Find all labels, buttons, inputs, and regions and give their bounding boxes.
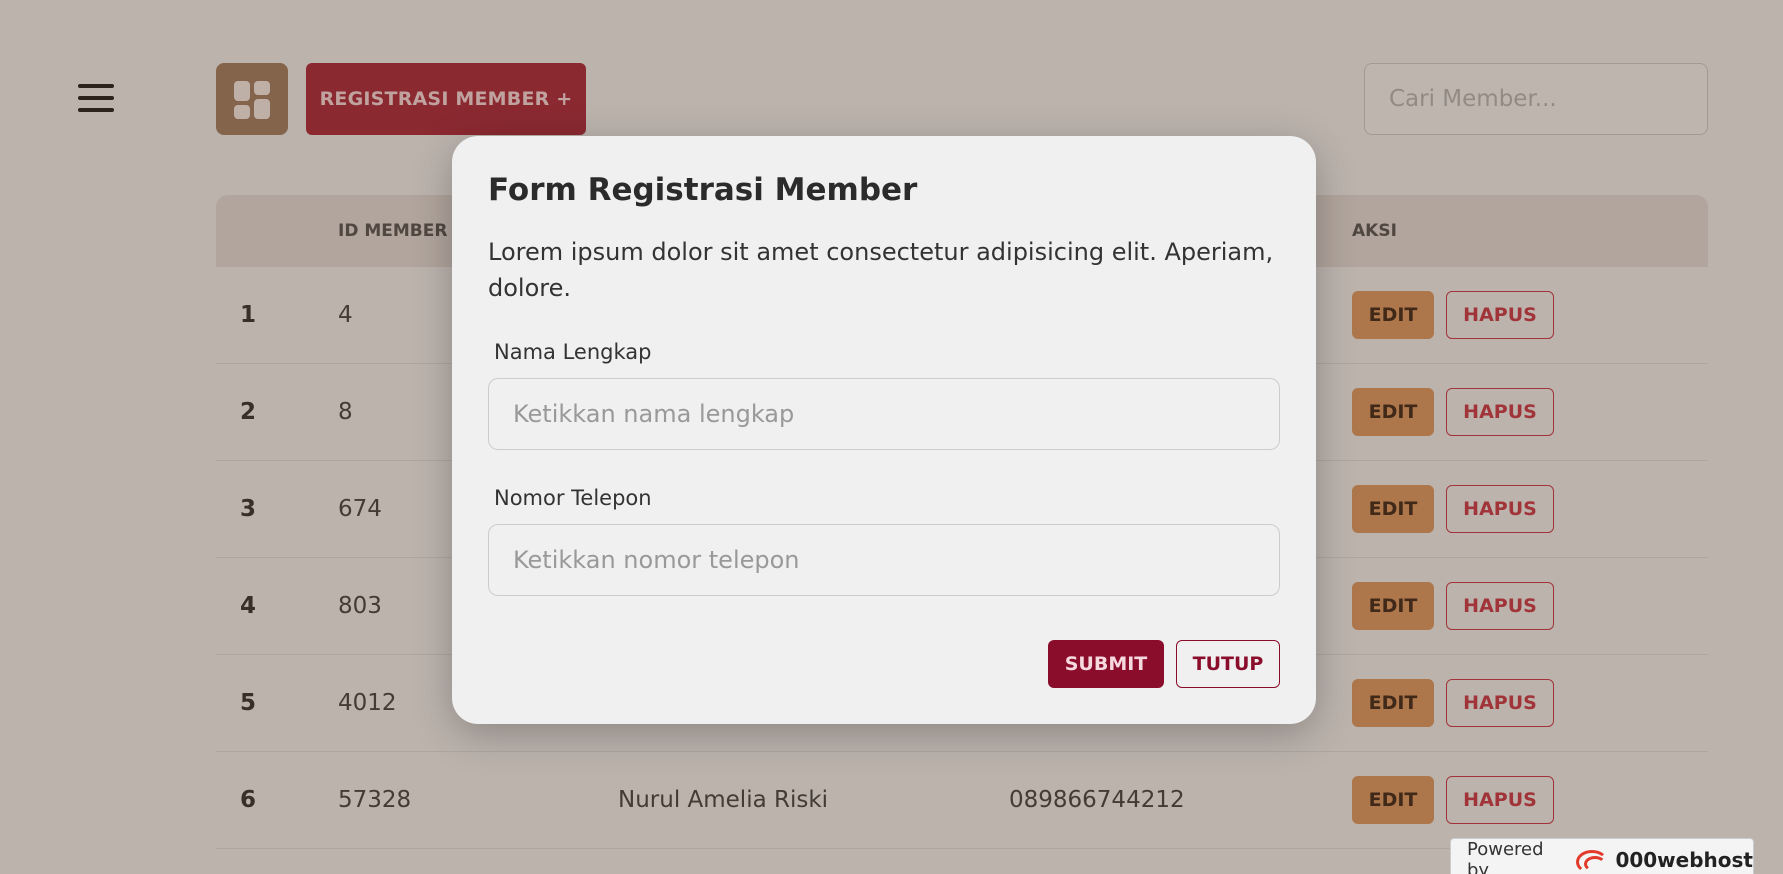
submit-button[interactable]: SUBMIT xyxy=(1048,640,1164,688)
webhost-logo-icon xyxy=(1572,848,1609,874)
powered-by-text: Powered by xyxy=(1467,839,1544,874)
modal-actions: SUBMIT TUTUP xyxy=(1048,640,1280,688)
phone-label: Nomor Telepon xyxy=(494,486,652,510)
registration-modal: Form Registrasi Member Lorem ipsum dolor… xyxy=(452,136,1316,724)
full-name-label: Nama Lengkap xyxy=(494,340,652,364)
phone-input[interactable] xyxy=(488,524,1280,596)
close-button[interactable]: TUTUP xyxy=(1176,640,1280,688)
hosting-badge[interactable]: Powered by 000webhost xyxy=(1450,838,1754,874)
webhost-brand: 000webhost xyxy=(1615,848,1753,872)
modal-title: Form Registrasi Member xyxy=(488,172,918,208)
full-name-input[interactable] xyxy=(488,378,1280,450)
modal-description: Lorem ipsum dolor sit amet consectetur a… xyxy=(488,238,1274,302)
